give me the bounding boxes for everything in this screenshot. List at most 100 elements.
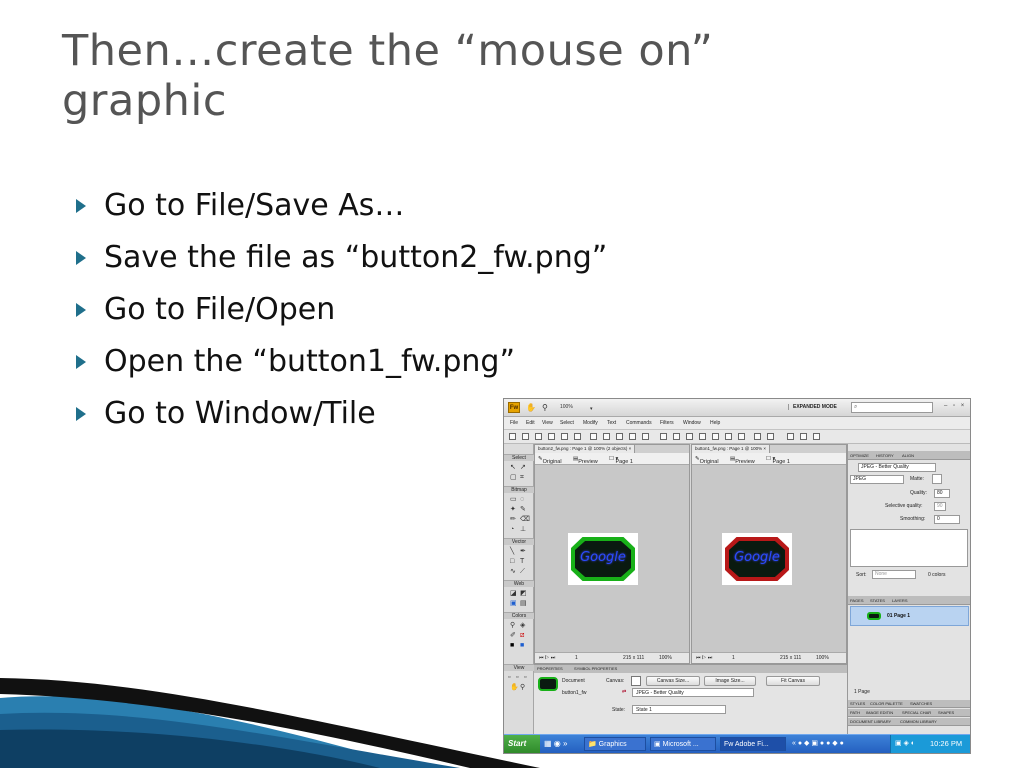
menu-commands[interactable]: Commands (626, 420, 652, 426)
playback-controls-icon[interactable]: ⏮ ▷ ⏭ (539, 655, 555, 661)
marquee-icon[interactable]: ▭ (510, 496, 517, 504)
tab-symbol-properties[interactable]: SYMBOL PROPERTIES (574, 666, 617, 671)
pages-icon[interactable] (787, 433, 794, 440)
document-tab-button2[interactable]: button2_fw.png : Page 1 @ 100% (2 object… (535, 445, 636, 453)
ungroup-icon[interactable] (673, 433, 680, 440)
workspace-mode[interactable]: EXPANDED MODE (788, 404, 837, 410)
swap-colors-icon[interactable]: ■ (520, 642, 524, 650)
send-back-icon[interactable] (725, 433, 732, 440)
tab-history[interactable]: HISTORY (876, 453, 894, 458)
blur-icon[interactable]: ◔ (510, 526, 514, 534)
menu-view[interactable]: View (542, 420, 553, 426)
tab-document-library[interactable]: DOCUMENT LIBRARY (850, 719, 891, 724)
redo-icon[interactable] (603, 433, 610, 440)
menu-window[interactable]: Window (683, 420, 701, 426)
start-button[interactable]: Start (504, 735, 540, 753)
page-select[interactable]: ☐ Page 1 ▾ (609, 456, 633, 465)
undo-icon[interactable] (590, 433, 597, 440)
export-format-select[interactable]: JPEG - Better Quality (632, 688, 754, 697)
selective-quality-input[interactable]: 90 (934, 502, 946, 511)
text-icon[interactable]: T (520, 558, 524, 566)
sort-select[interactable]: None (872, 570, 916, 579)
rubber-stamp-icon[interactable]: ⊥ (520, 526, 526, 534)
state-select[interactable]: State 1 (632, 705, 726, 714)
zoom-select[interactable]: 100% (816, 655, 829, 661)
pencil-icon[interactable]: ✏ (510, 516, 516, 524)
subselect-icon[interactable]: ↗ (520, 464, 526, 472)
tray-app-icons[interactable]: « ● ◆ ▣ ● ● ◆ ● (792, 739, 844, 747)
view-original-button[interactable]: ✎ Original (538, 456, 562, 465)
view-original-button[interactable]: ✎ Original (695, 456, 719, 465)
eyedropper-icon[interactable]: ⚲ (510, 622, 515, 630)
canvas-color-swatch[interactable] (631, 676, 641, 686)
pen-icon[interactable]: ✒ (520, 548, 526, 556)
print-icon[interactable] (574, 433, 581, 440)
knife-icon[interactable]: ⟋ (520, 568, 525, 576)
page-select[interactable]: ☐ Page 1 ▾ (766, 456, 790, 465)
quality-input[interactable]: 80 (934, 489, 950, 498)
tab-path[interactable]: PATH (850, 710, 860, 715)
menu-edit[interactable]: Edit (526, 420, 535, 426)
default-colors-icon[interactable]: ■ (510, 642, 514, 650)
states-icon[interactable] (813, 433, 820, 440)
view-preview-button[interactable]: ▤ Preview (730, 456, 755, 465)
menu-modify[interactable]: Modify (583, 420, 598, 426)
zoom-icon[interactable]: ⚲ (542, 403, 548, 412)
lasso-icon[interactable]: ◌ (520, 496, 524, 504)
document-canvas[interactable]: Google (692, 465, 846, 652)
tab-properties[interactable]: PROPERTIES (537, 666, 563, 671)
view-preview-button[interactable]: ▤ Preview (573, 456, 598, 465)
standard-screen-icon[interactable]: ▫ (508, 674, 510, 682)
pointer-icon[interactable]: ↖ (510, 464, 516, 472)
menu-help[interactable]: Help (710, 420, 720, 426)
tab-common-library[interactable]: COMMON LIBRARY (900, 719, 937, 724)
matte-color-swatch[interactable] (932, 474, 942, 484)
eraser-icon[interactable]: ⌫ (520, 516, 530, 524)
zoom-tool-icon[interactable]: ⚲ (520, 684, 525, 692)
open-icon[interactable] (522, 433, 529, 440)
zoom-level[interactable]: 100% (560, 404, 573, 410)
search-input[interactable]: ⌕ (851, 402, 933, 413)
tab-align[interactable]: ALIGN (902, 453, 914, 458)
menu-filters[interactable]: Filters (660, 420, 674, 426)
tab-styles[interactable]: STYLES (850, 701, 865, 706)
chevron-down-icon[interactable]: ▾ (590, 405, 593, 414)
fit-canvas-button[interactable]: Fit Canvas (766, 676, 820, 686)
menu-text[interactable]: Text (607, 420, 616, 426)
smoothing-select[interactable]: 0 (934, 515, 960, 524)
tab-color-palette[interactable]: COLOR PALETTE (870, 701, 903, 706)
taskbar-adobe-fireworks[interactable]: Fw Adobe Fi... (720, 737, 786, 751)
hand-icon[interactable]: ✋ (526, 403, 536, 412)
fill-color-icon[interactable]: ⧄ (520, 632, 524, 640)
group-icon[interactable] (660, 433, 667, 440)
taskbar-microsoft[interactable]: ▣ Microsoft ... (650, 737, 716, 751)
hotspot-icon[interactable]: ◪ (510, 590, 517, 598)
freeform-icon[interactable]: ∿ (510, 568, 516, 576)
rotate-icon[interactable] (754, 433, 761, 440)
paste-icon[interactable] (642, 433, 649, 440)
layers-icon[interactable] (800, 433, 807, 440)
tab-optimize[interactable]: OPTIMIZE (850, 453, 869, 458)
crop-icon[interactable]: ⌗ (520, 474, 524, 482)
new-icon[interactable] (509, 433, 516, 440)
flip-icon[interactable] (767, 433, 774, 440)
tab-states[interactable]: STATES (870, 598, 885, 603)
cut-icon[interactable] (616, 433, 623, 440)
stroke-color-icon[interactable]: ✐ (510, 632, 516, 640)
document-tab-button1[interactable]: button1_fw.png : Page 1 @ 100% × (692, 445, 770, 453)
tab-special-characters[interactable]: SPECIAL CHAR (902, 710, 931, 715)
playback-controls-icon[interactable]: ⏮ ▷ ⏭ (696, 655, 712, 661)
import-icon[interactable] (548, 433, 555, 440)
tab-layers[interactable]: LAYERS (892, 598, 908, 603)
brush-icon[interactable]: ✎ (520, 506, 526, 514)
tab-swatches[interactable]: SWATCHES (910, 701, 932, 706)
quick-launch-icons[interactable]: ▦ ◉ » (544, 739, 567, 748)
save-icon[interactable] (535, 433, 542, 440)
join-icon[interactable] (686, 433, 693, 440)
document-canvas[interactable]: Google (535, 465, 689, 652)
window-controls[interactable]: – ▫ × (944, 403, 966, 409)
export-icon[interactable] (561, 433, 568, 440)
line-icon[interactable]: ╲ (510, 548, 514, 556)
zoom-select[interactable]: 100% (659, 655, 672, 661)
paint-bucket-icon[interactable]: ◈ (520, 622, 525, 630)
